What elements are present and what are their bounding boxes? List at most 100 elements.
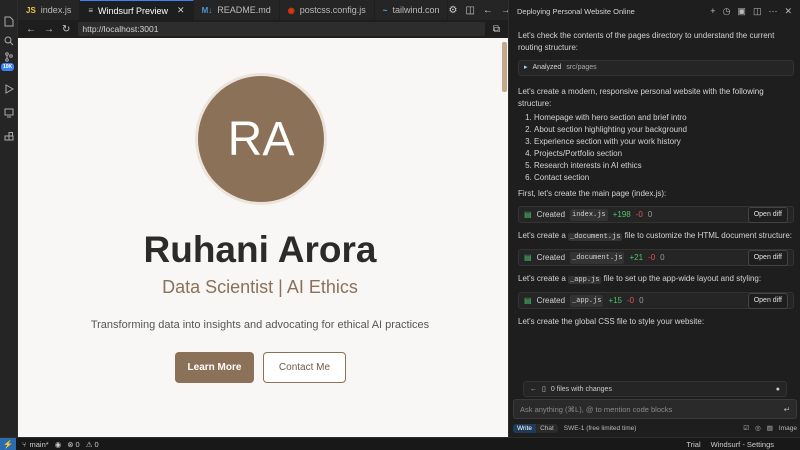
website-preview: RA Ruhani Arora Data Scientist | AI Ethi… xyxy=(18,38,508,437)
search-icon[interactable] xyxy=(2,34,16,48)
lines-removed: -0 xyxy=(635,209,643,219)
history-icon[interactable]: ◷ xyxy=(723,6,731,17)
chat-footer: Write Chat SWE-1 (free limited time) ☑ ◎… xyxy=(513,421,797,435)
analyzed-directory-step[interactable]: ▸ Analyzed src/pages xyxy=(518,60,794,76)
lines-added: +198 xyxy=(612,209,631,219)
activity-bar: 10K xyxy=(0,0,18,437)
branch-name[interactable]: main* xyxy=(30,440,49,449)
close-icon[interactable]: ✕ xyxy=(177,5,185,16)
source-control-badge: 10K xyxy=(1,63,15,71)
write-mode-button[interactable]: Write xyxy=(513,423,537,433)
error-count[interactable]: 0 xyxy=(76,440,80,449)
files-icon[interactable] xyxy=(2,14,16,28)
chat-title: Deploying Personal Website Online xyxy=(517,6,635,16)
chat-mode-button[interactable]: Chat xyxy=(536,424,558,433)
chat-message: Let's check the contents of the pages di… xyxy=(518,31,775,52)
file-name: index.js xyxy=(570,208,608,221)
more-icon[interactable]: ⋯ xyxy=(768,6,777,17)
warning-icon: ⚠ xyxy=(85,439,93,449)
warning-count[interactable]: 0 xyxy=(94,440,98,449)
open-diff-button[interactable]: Open diff xyxy=(747,292,788,309)
created-label: Created xyxy=(536,295,566,305)
preview-scrollbar[interactable] xyxy=(502,42,507,92)
created-label: Created xyxy=(536,252,566,262)
tab-postcss-config[interactable]: ◉ postcss.config.js xyxy=(280,0,375,20)
eye-icon[interactable]: ◉ xyxy=(55,440,62,449)
lines-added: +21 xyxy=(629,252,644,262)
inline-code: _app.js xyxy=(568,276,602,284)
run-debug-icon[interactable] xyxy=(2,82,16,96)
folder-search-icon: ▸ xyxy=(524,64,528,71)
file-name: _app.js xyxy=(570,294,604,307)
learn-more-button[interactable]: Learn More xyxy=(175,352,254,383)
url-field[interactable]: http://localhost:3001 xyxy=(78,22,485,36)
new-chat-icon[interactable]: + xyxy=(710,6,715,17)
open-diff-button[interactable]: Open diff xyxy=(747,206,788,223)
open-external-icon[interactable]: ⧉ xyxy=(493,24,500,35)
inline-code: _document.js xyxy=(568,233,623,241)
back-arrow-icon[interactable]: ← xyxy=(483,5,493,16)
reload-icon[interactable]: ↻ xyxy=(62,24,70,35)
remote-icon[interactable]: ⚡ xyxy=(0,437,16,450)
open-diff-button[interactable]: Open diff xyxy=(747,249,788,266)
new-file-icon: ▤ xyxy=(524,209,532,219)
hero-tagline: Transforming data into insights and advo… xyxy=(90,319,430,331)
forward-arrow-icon[interactable]: → xyxy=(44,24,54,35)
chat-input[interactable]: Ask anything (⌘L), @ to mention code blo… xyxy=(513,399,797,419)
file-icon: ▯ xyxy=(542,386,546,393)
send-icon[interactable]: ↵ xyxy=(784,405,790,414)
image-label[interactable]: Image xyxy=(779,425,797,432)
mention-icon[interactable]: ◎ xyxy=(755,424,761,432)
tab-index-js[interactable]: JS index.js xyxy=(18,0,81,20)
tab-readme-md[interactable]: M↓ README.md xyxy=(194,0,280,20)
message-text: Let's create a xyxy=(518,274,566,283)
analyzed-path: src/pages xyxy=(566,64,597,71)
chat-message: Let's create the global CSS file to styl… xyxy=(518,317,705,326)
contact-me-button[interactable]: Contact Me xyxy=(263,352,346,383)
chat-message: First, let's create the main page (index… xyxy=(518,189,667,198)
lines-added: +15 xyxy=(608,295,623,305)
tab-tailwind-config[interactable]: ~ tailwind.con xyxy=(375,0,449,20)
close-icon[interactable]: ✕ xyxy=(784,6,792,17)
lines-other: 0 xyxy=(660,252,665,262)
message-text: file to customize the HTML document stru… xyxy=(624,231,792,240)
markdown-file-icon: M↓ xyxy=(201,5,213,15)
status-right: Trial Windsurf - Settings xyxy=(686,440,800,449)
tab-label: postcss.config.js xyxy=(299,5,366,15)
trial-label[interactable]: Trial xyxy=(686,440,700,449)
created-file-step[interactable]: ▤ Created _app.js +15 -0 0 Open diff xyxy=(518,292,794,309)
files-with-changes-bar[interactable]: ← ▯ 0 files with changes ● xyxy=(523,381,787,397)
avatar: RA xyxy=(195,73,327,205)
files-changes-label: 0 files with changes xyxy=(550,385,612,393)
model-selector[interactable]: SWE-1 (free limited time) xyxy=(564,425,637,432)
collapse-arrow-icon[interactable]: ← xyxy=(530,386,537,393)
checkbox-icon[interactable]: ☑ xyxy=(743,424,749,432)
remote-explorer-icon[interactable] xyxy=(2,106,16,120)
created-file-step[interactable]: ▤ Created _document.js +21 -0 0 Open dif… xyxy=(518,249,794,266)
image-icon[interactable]: ▨ xyxy=(767,424,773,432)
lines-other: 0 xyxy=(647,209,653,219)
preview-file-icon: ≡ xyxy=(88,6,93,15)
created-file-step[interactable]: ▤ Created index.js +198 -0 0 Open diff xyxy=(518,206,794,223)
chat-message: Let's create a _app.js file to set up th… xyxy=(518,273,794,286)
extensions-icon[interactable] xyxy=(2,130,16,144)
message-text: file to set up the app-wide layout and s… xyxy=(603,274,762,283)
list-item: Research interests in AI ethics xyxy=(534,160,794,172)
list-item: Experience section with your work histor… xyxy=(534,136,794,148)
chat-message: Let's create a _document.js file to cust… xyxy=(518,230,794,243)
new-file-icon: ▤ xyxy=(524,252,532,262)
message-text: Let's create a xyxy=(518,231,566,240)
error-icon: ⊗ xyxy=(67,439,74,449)
list-item: Projects/Portfolio section xyxy=(534,148,794,160)
chat-input-placeholder: Ask anything (⌘L), @ to mention code blo… xyxy=(520,404,673,414)
split-panel-icon[interactable]: ◫ xyxy=(753,6,762,17)
hero-name: Ruhani Arora xyxy=(143,229,377,270)
back-arrow-icon[interactable]: ← xyxy=(26,24,36,35)
archive-icon[interactable]: ▣ xyxy=(737,6,746,17)
windsurf-settings[interactable]: Windsurf - Settings xyxy=(711,440,774,449)
split-editor-icon[interactable]: ◫ xyxy=(465,5,474,16)
source-control-icon[interactable] xyxy=(2,50,16,64)
settings-gear-icon[interactable]: ⚙ xyxy=(448,5,457,16)
created-label: Created xyxy=(536,209,566,219)
tab-windsurf-preview[interactable]: ≡ Windsurf Preview ✕ xyxy=(80,0,194,20)
